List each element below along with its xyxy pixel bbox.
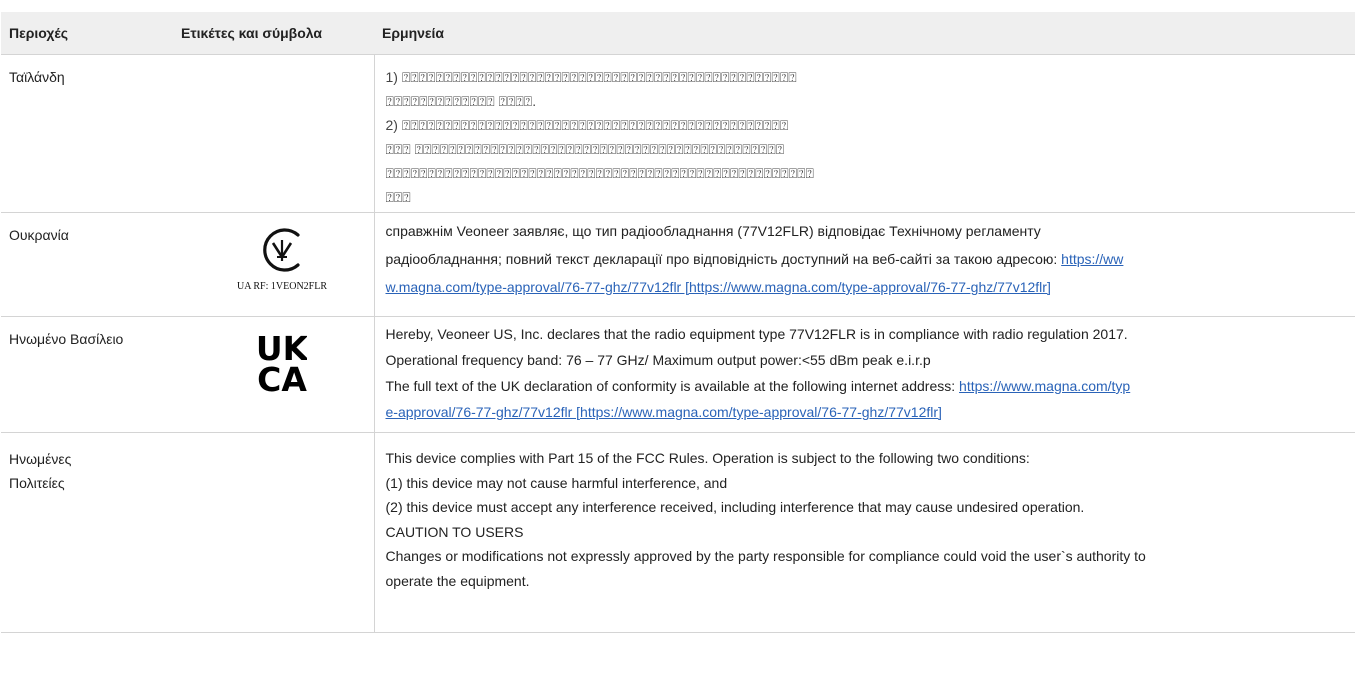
- interpretation-uk: Hereby, Veoneer US, Inc. declares that t…: [374, 316, 1355, 433]
- thailand-line-1: 1) ⍰⍰⍰⍰⍰⍰⍰⍰⍰⍰⍰⍰⍰⍰⍰⍰⍰⍰⍰⍰⍰⍰⍰⍰⍰⍰⍰⍰⍰⍰⍰⍰⍰⍰⍰⍰⍰…: [385, 69, 797, 85]
- us-line-5: Changes or modifications not expressly a…: [385, 548, 1146, 564]
- uk-text-1: Hereby, Veoneer US, Inc. declares that t…: [385, 326, 1128, 342]
- ua-mark-caption: UA RF: 1VEON2FLR: [236, 281, 327, 292]
- mark-cell-ukraine: UA RF: 1VEON2FLR: [173, 212, 375, 317]
- uk-text-4: e-approval/76-77-ghz/77v12flr [https://w…: [386, 399, 1340, 425]
- table-header-row: Περιοχές Ετικέτες και σύμβολα Ερμηνεία: [1, 12, 1355, 55]
- interpretation-us: This device complies with Part 15 of the…: [374, 432, 1355, 633]
- uk-text-2: Operational frequency band: 76 – 77 GHz/…: [385, 352, 931, 368]
- uk-declaration-link-a[interactable]: https://www.magna.com/typ: [959, 378, 1130, 394]
- ua-conformity-mark: UA RF: 1VEON2FLR: [232, 227, 332, 292]
- ukca-mark: UK CA: [256, 329, 310, 399]
- us-line-3: (2) this device must accept any interfer…: [385, 499, 1085, 515]
- region-uk: Ηνωμένο Βασίλειο: [1, 316, 173, 433]
- ukca-logo-icon: UK CA: [256, 329, 310, 399]
- region-thailand: Ταϊλάνδη: [1, 54, 173, 213]
- ukca-logo-bottom: CA: [257, 360, 307, 393]
- table-row-us: Ηνωμένες Πολιτείες This device complies …: [1, 432, 1355, 633]
- regulatory-table: Περιοχές Ετικέτες και σύμβολα Ερμηνεία Τ…: [1, 12, 1355, 633]
- header-regions: Περιοχές: [1, 12, 173, 55]
- us-line-2: (1) this device may not cause harmful in…: [385, 474, 728, 491]
- us-line-1: This device complies with Part 15 of the…: [385, 450, 1030, 466]
- ukraine-text-2: радіообладнання; повний текст декларації…: [386, 245, 1340, 273]
- ukrsepro-trident-icon: [263, 228, 300, 272]
- mark-cell-thailand: [173, 54, 375, 213]
- ukraine-text-2-body: радіообладнання; повний текст декларації…: [385, 251, 1062, 267]
- ukraine-text-3: w.magna.com/type-approval/76-77-ghz/77v1…: [386, 273, 1340, 301]
- interpretation-ukraine: справжнім Veoneer заявляє, що тип радіоо…: [374, 212, 1355, 317]
- thailand-line-5: ⍰⍰⍰⍰⍰⍰⍰⍰⍰⍰⍰⍰⍰⍰⍰⍰⍰⍰⍰⍰⍰⍰⍰⍰⍰⍰⍰⍰⍰⍰⍰⍰⍰⍰⍰⍰⍰⍰⍰⍰…: [385, 165, 814, 181]
- mark-cell-uk: UK CA: [173, 316, 375, 433]
- us-line-4: CAUTION TO USERS: [385, 523, 524, 540]
- header-labels-symbols: Ετικέτες και σύμβολα: [173, 12, 374, 55]
- table-row-ukraine: Ουκρανία UA RF: 1VEON2FLR справжнім Veon…: [1, 212, 1355, 317]
- us-line-6: operate the equipment.: [385, 572, 530, 589]
- region-us-line-1: Ηνωμένες: [9, 451, 72, 467]
- uk-text-3: The full text of the UK declaration of c…: [386, 373, 1340, 399]
- ukraine-declaration-link-b[interactable]: w.magna.com/type-approval/76-77-ghz/77v1…: [386, 279, 1051, 295]
- thailand-line-6: ⍰⍰⍰: [385, 189, 411, 205]
- region-us-line-2: Πολιτείες: [9, 475, 65, 491]
- table-row-thailand: Ταϊλάνδη 1) ⍰⍰⍰⍰⍰⍰⍰⍰⍰⍰⍰⍰⍰⍰⍰⍰⍰⍰⍰⍰⍰⍰⍰⍰⍰⍰⍰⍰…: [1, 54, 1355, 213]
- ukraine-text-1: справжнім Veoneer заявляє, що тип радіоо…: [385, 223, 1041, 239]
- table-row-uk: Ηνωμένο Βασίλειο UK CA Hereby, Veoneer U…: [1, 316, 1355, 433]
- ukraine-declaration-link-a[interactable]: https://ww: [1061, 251, 1123, 267]
- region-ukraine: Ουκρανία: [1, 212, 173, 317]
- uk-text-3-body: The full text of the UK declaration of c…: [385, 378, 960, 394]
- region-us: Ηνωμένες Πολιτείες: [1, 432, 173, 633]
- header-interpretation: Ερμηνεία: [374, 12, 1355, 55]
- thailand-line-2: ⍰⍰⍰⍰⍰⍰⍰⍰⍰⍰⍰⍰⍰ ⍰⍰⍰⍰.: [385, 93, 537, 109]
- thailand-line-3: 2) ⍰⍰⍰⍰⍰⍰⍰⍰⍰⍰⍰⍰⍰⍰⍰⍰⍰⍰⍰⍰⍰⍰⍰⍰⍰⍰⍰⍰⍰⍰⍰⍰⍰⍰⍰⍰⍰…: [385, 117, 789, 133]
- thailand-line-4: ⍰⍰⍰ ⍰⍰⍰⍰⍰⍰⍰⍰⍰⍰⍰⍰⍰⍰⍰⍰⍰⍰⍰⍰⍰⍰⍰⍰⍰⍰⍰⍰⍰⍰⍰⍰⍰⍰⍰⍰…: [385, 141, 785, 157]
- interpretation-thailand: 1) ⍰⍰⍰⍰⍰⍰⍰⍰⍰⍰⍰⍰⍰⍰⍰⍰⍰⍰⍰⍰⍰⍰⍰⍰⍰⍰⍰⍰⍰⍰⍰⍰⍰⍰⍰⍰⍰…: [374, 54, 1355, 213]
- uk-declaration-link-b[interactable]: e-approval/76-77-ghz/77v12flr [https://w…: [386, 404, 942, 420]
- mark-cell-us: [173, 432, 375, 633]
